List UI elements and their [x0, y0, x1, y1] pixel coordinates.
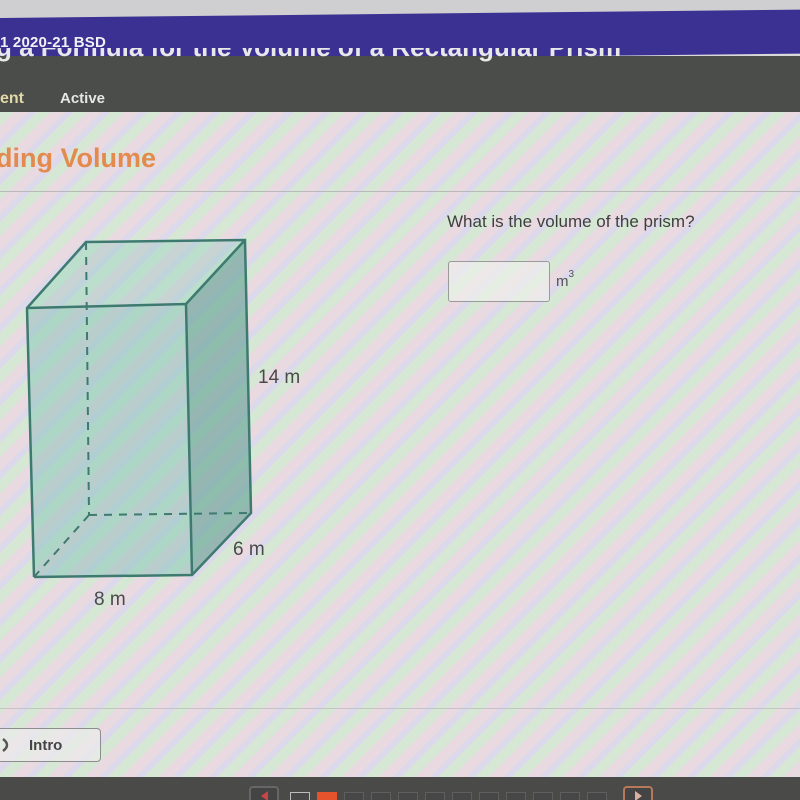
- page-5-button[interactable]: [398, 792, 418, 800]
- intro-button[interactable]: Intro: [0, 728, 101, 762]
- prism-figure: [25, 238, 253, 579]
- volume-answer-input[interactable]: [448, 261, 550, 302]
- lesson-title: g a Formula for the Volume of a Rectangu…: [0, 48, 756, 64]
- lesson-bar: [0, 56, 800, 114]
- next-page-button[interactable]: [623, 786, 653, 800]
- unit-exponent: 3: [568, 269, 575, 280]
- unit-label: m3: [556, 269, 575, 290]
- dimension-depth: 6 m: [233, 539, 265, 560]
- dimension-height: 14 m: [258, 367, 301, 388]
- previous-arrow-icon: [261, 791, 268, 800]
- previous-page-button[interactable]: [249, 786, 279, 800]
- page-12-button[interactable]: [587, 792, 607, 800]
- page-7-button[interactable]: [452, 792, 472, 800]
- page-6-button[interactable]: [425, 792, 445, 800]
- tab-active[interactable]: Active: [60, 90, 105, 107]
- page-4-button[interactable]: [371, 792, 391, 800]
- tab-assignment[interactable]: ent: [0, 90, 24, 108]
- next-arrow-icon: [635, 791, 642, 800]
- footer-divider: [0, 708, 800, 709]
- intro-label: Intro: [29, 736, 63, 754]
- dimension-width: 8 m: [94, 589, 126, 610]
- prism-front-face: [27, 304, 192, 577]
- page-10-button[interactable]: [533, 792, 553, 800]
- page-2-button[interactable]: [317, 792, 337, 800]
- page-indicator: [290, 792, 607, 800]
- question-prompt: What is the volume of the prism?: [447, 212, 695, 231]
- page-11-button[interactable]: [560, 792, 580, 800]
- unit-base: m: [556, 273, 569, 290]
- page-3-button[interactable]: [344, 792, 364, 800]
- page-8-button[interactable]: [479, 792, 499, 800]
- page-1-button[interactable]: [290, 792, 310, 800]
- page-9-button[interactable]: [506, 792, 526, 800]
- speaker-icon: [2, 738, 9, 752]
- section-title: ding Volume: [0, 143, 156, 173]
- lesson-title-text: g a Formula for the Volume of a Rectangu…: [0, 48, 621, 62]
